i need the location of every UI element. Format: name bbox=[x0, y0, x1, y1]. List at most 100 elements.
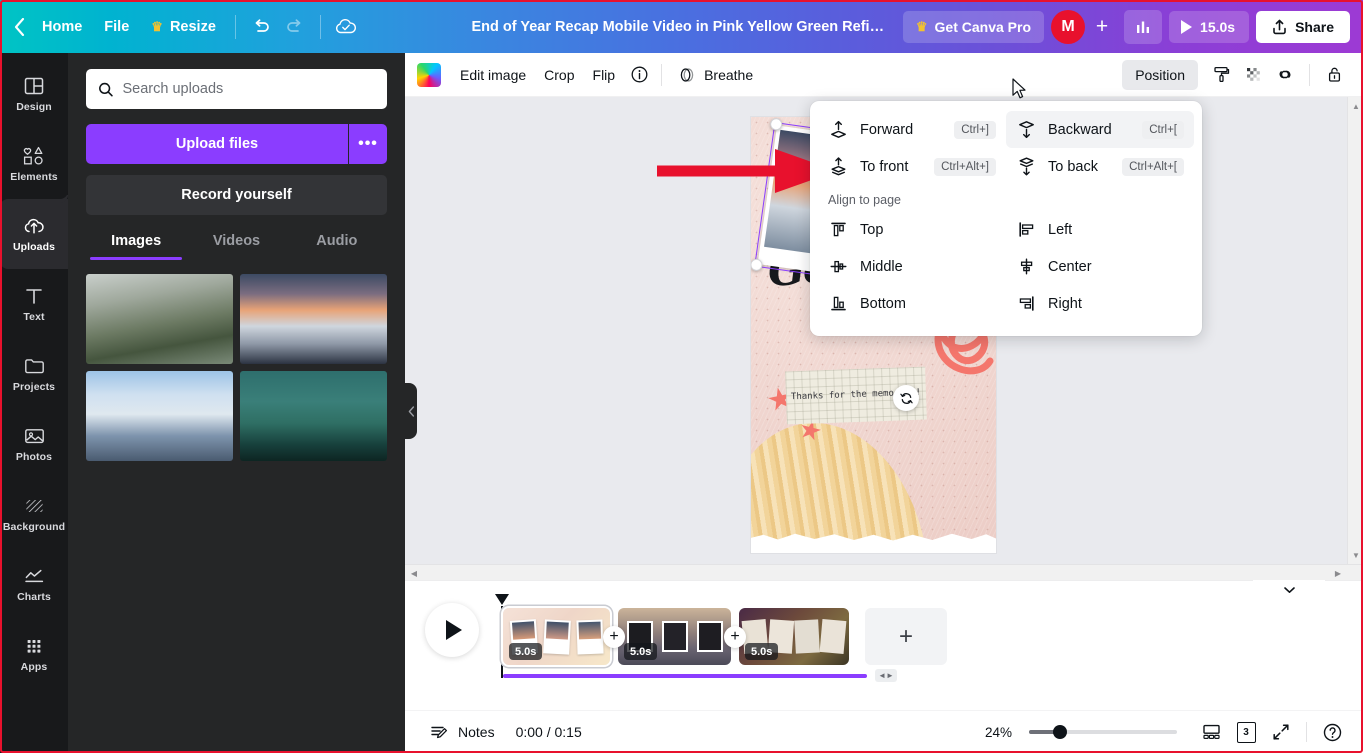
undo-icon[interactable] bbox=[244, 10, 278, 44]
tab-audio[interactable]: Audio bbox=[287, 233, 387, 260]
get-canva-pro-button[interactable]: ♛ Get Canva Pro bbox=[902, 10, 1045, 43]
topbar-divider-1 bbox=[234, 14, 236, 39]
menu-label: Right bbox=[1048, 295, 1082, 312]
scroll-down-arrow-icon[interactable]: ▼ bbox=[1348, 548, 1363, 562]
sidebar-item-projects[interactable]: Projects bbox=[0, 339, 68, 409]
menu-item-align-left[interactable]: Left bbox=[1006, 211, 1194, 248]
menu-item-to-front[interactable]: To front Ctrl+Alt+] bbox=[818, 148, 1006, 185]
scroll-up-arrow-icon[interactable]: ▲ bbox=[1348, 99, 1363, 113]
avatar-initial: M bbox=[1061, 17, 1075, 35]
panel-collapse-handle[interactable] bbox=[405, 383, 417, 439]
sidebar-item-text[interactable]: Text bbox=[0, 269, 68, 339]
menu-item-to-back[interactable]: To back Ctrl+Alt+[ bbox=[1006, 148, 1194, 185]
upload-files-button[interactable]: Upload files bbox=[86, 124, 348, 164]
help-icon[interactable] bbox=[1317, 717, 1347, 747]
misty-forest-river-photo[interactable] bbox=[86, 274, 233, 364]
pro-crown-icon: ♛ bbox=[915, 19, 928, 34]
animate-breathe-button[interactable]: Breathe bbox=[669, 60, 762, 90]
sidebar-label: Background bbox=[2, 521, 66, 534]
sidebar-item-background[interactable]: Background bbox=[0, 479, 68, 549]
topbar-divider-2 bbox=[319, 14, 321, 39]
document-title-text[interactable]: End of Year Recap Mobile Video in Pink Y… bbox=[472, 19, 892, 35]
notes-button[interactable]: Notes bbox=[423, 718, 502, 747]
menu-item-align-top[interactable]: Top bbox=[818, 211, 1006, 248]
resize-button[interactable]: ♛ Resize bbox=[140, 12, 227, 42]
share-button[interactable]: Share bbox=[1256, 10, 1350, 43]
sidebar-item-design[interactable]: Design bbox=[0, 59, 68, 129]
duplicate-link-icon[interactable] bbox=[1270, 60, 1300, 90]
timeline-scene-2[interactable]: 5.0s bbox=[618, 608, 731, 665]
stats-icon[interactable] bbox=[1124, 9, 1163, 44]
menu-label: To front bbox=[860, 158, 909, 175]
paint-roller-icon[interactable] bbox=[1206, 60, 1236, 90]
tab-images[interactable]: Images bbox=[86, 233, 186, 260]
zoom-slider-knob[interactable] bbox=[1053, 725, 1067, 739]
page-count-badge: 3 bbox=[1236, 721, 1259, 745]
rotate-handle[interactable] bbox=[893, 385, 919, 411]
menu-label: Backward bbox=[1048, 121, 1112, 138]
redo-icon[interactable] bbox=[278, 10, 312, 44]
zoom-slider[interactable] bbox=[1029, 725, 1177, 739]
record-yourself-button[interactable]: Record yourself bbox=[86, 175, 387, 215]
timeline-scene-1[interactable]: 5.0s bbox=[503, 608, 610, 665]
preview-play-button[interactable]: 15.0s bbox=[1169, 10, 1250, 43]
search-input[interactable] bbox=[122, 81, 375, 97]
flip-button[interactable]: Flip bbox=[584, 61, 625, 89]
transparency-icon[interactable] bbox=[1238, 60, 1268, 90]
crop-button[interactable]: Crop bbox=[535, 61, 583, 89]
canvas-vertical-scrollbar[interactable]: ▲ ▼ bbox=[1347, 97, 1363, 564]
menu-item-align-middle[interactable]: Middle bbox=[818, 248, 1006, 285]
sunset-mountain-lake-photo[interactable] bbox=[240, 274, 387, 364]
add-collaborator-button[interactable]: + bbox=[1087, 12, 1117, 42]
scroll-right-arrow-icon[interactable]: ▶ bbox=[1331, 565, 1345, 581]
grid-view-icon[interactable] bbox=[1196, 717, 1226, 747]
lock-icon[interactable] bbox=[1319, 60, 1349, 90]
edit-image-button[interactable]: Edit image bbox=[451, 61, 535, 89]
info-icon[interactable] bbox=[624, 60, 654, 90]
menu-item-backward[interactable]: Backward Ctrl+[ bbox=[1006, 111, 1194, 148]
fullscreen-icon[interactable] bbox=[1266, 717, 1296, 747]
teal-night-mountain-photo[interactable] bbox=[240, 371, 387, 461]
menu-item-align-center[interactable]: Center bbox=[1006, 248, 1194, 285]
sidebar-item-elements[interactable]: Elements bbox=[0, 129, 68, 199]
sidebar-item-photos[interactable]: Photos bbox=[0, 409, 68, 479]
avatar[interactable]: M bbox=[1051, 9, 1086, 44]
play-duration-label: 15.0s bbox=[1200, 18, 1236, 35]
add-scene-between-2[interactable]: + bbox=[724, 625, 746, 648]
timeline-play-button[interactable] bbox=[425, 603, 479, 657]
menu-item-forward[interactable]: Forward Ctrl+] bbox=[818, 111, 1006, 148]
menu-item-align-bottom[interactable]: Bottom bbox=[818, 285, 1006, 322]
file-menu-button[interactable]: File bbox=[93, 12, 140, 42]
add-page-button[interactable]: + bbox=[865, 608, 947, 665]
timeline-duration-track[interactable] bbox=[503, 674, 867, 678]
menu-label: To back bbox=[1048, 158, 1098, 175]
timeline-resize-handle[interactable]: ◄► bbox=[875, 669, 897, 682]
back-chevron-icon[interactable] bbox=[0, 10, 31, 44]
upload-more-options-button[interactable]: ••• bbox=[349, 124, 387, 164]
sidebar-item-charts[interactable]: Charts bbox=[0, 549, 68, 619]
toolbar-divider-2 bbox=[1309, 63, 1310, 86]
left-sidebar-rail: Design Elements Uploads Text Projects Ph… bbox=[0, 53, 68, 753]
menu-item-align-right[interactable]: Right bbox=[1006, 285, 1194, 322]
add-scene-between-1[interactable]: + bbox=[603, 625, 625, 648]
home-button[interactable]: Home bbox=[31, 12, 93, 42]
search-uploads-field[interactable] bbox=[86, 69, 387, 109]
timeline-scene-3[interactable]: 5.0s bbox=[739, 608, 849, 665]
notes-icon bbox=[431, 726, 448, 738]
tab-videos[interactable]: Videos bbox=[186, 233, 286, 260]
playhead-marker[interactable] bbox=[495, 594, 509, 605]
file-label: File bbox=[104, 18, 130, 35]
scroll-left-arrow-icon[interactable]: ◀ bbox=[407, 565, 421, 581]
position-button[interactable]: Position bbox=[1122, 59, 1198, 90]
color-swatch-icon[interactable] bbox=[417, 62, 441, 87]
timeline-collapse-handle[interactable] bbox=[1253, 580, 1325, 599]
sidebar-item-uploads[interactable]: Uploads bbox=[0, 191, 68, 269]
pages-icon[interactable]: 3 bbox=[1231, 717, 1261, 747]
cloud-saved-icon[interactable] bbox=[329, 10, 363, 44]
canvas-horizontal-scrollbar[interactable]: ◀ ▶ bbox=[405, 564, 1363, 580]
top-navigation-bar: Home File ♛ Resize End of Year Recap Mob… bbox=[0, 0, 1363, 53]
menu-label: Forward bbox=[860, 121, 914, 138]
sidebar-item-apps[interactable]: Apps bbox=[0, 619, 68, 689]
snowy-mountain-peaks-photo[interactable] bbox=[86, 371, 233, 461]
sidebar-label: Photos bbox=[15, 451, 53, 464]
